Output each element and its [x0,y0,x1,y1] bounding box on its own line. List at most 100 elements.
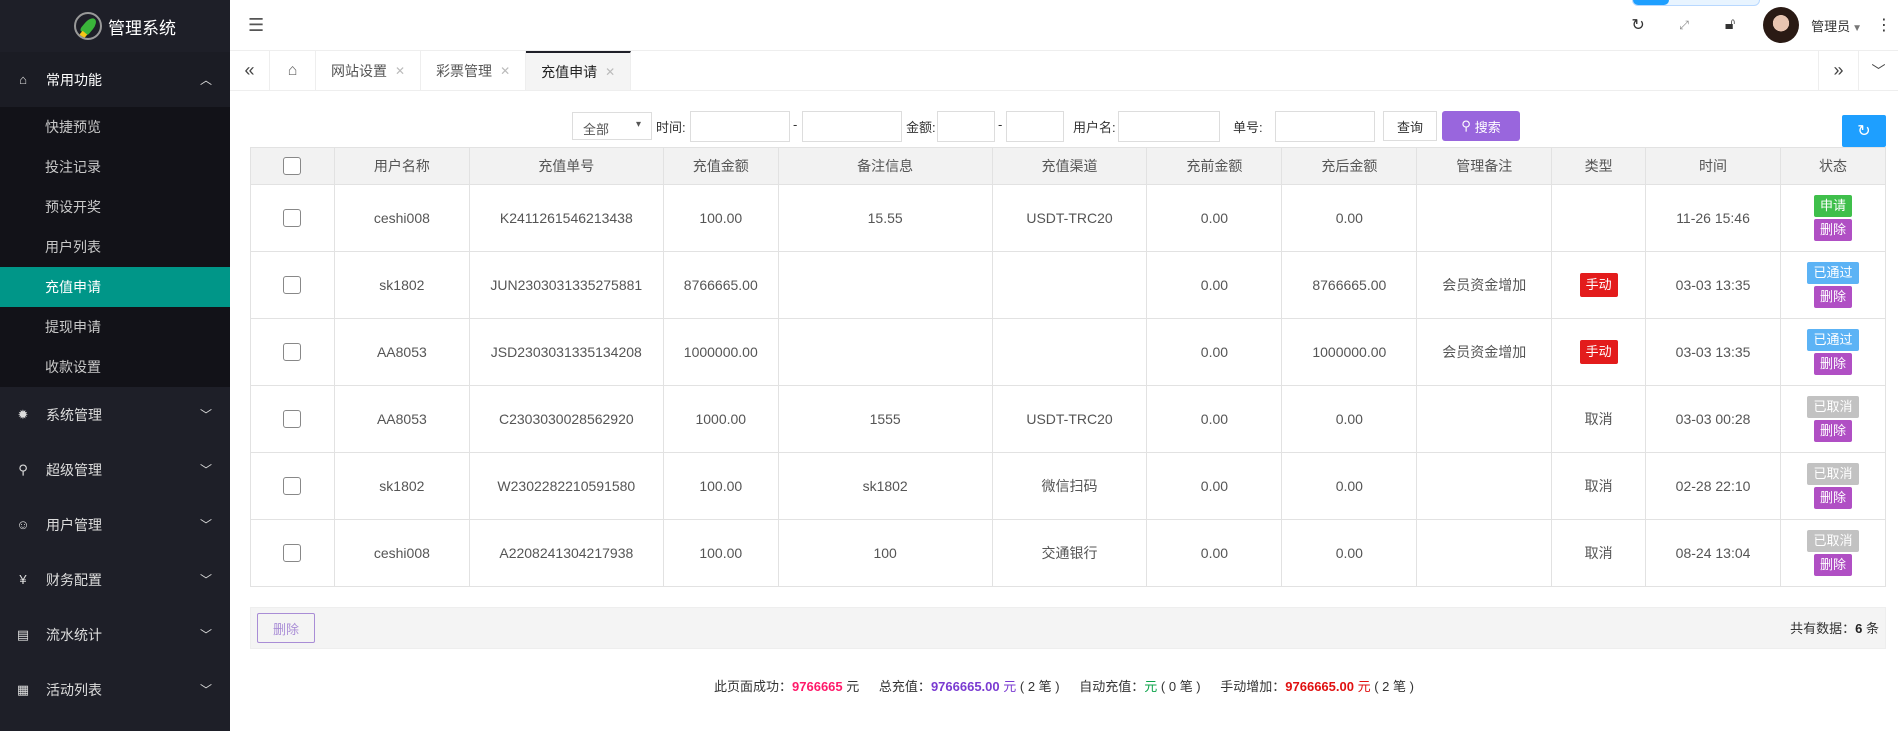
order-no-input[interactable] [1275,111,1375,142]
cell-admin-note [1416,519,1553,587]
tab-lottery-management[interactable]: 彩票管理 ✕ [421,51,527,90]
type-select[interactable]: 全部 ▾ [572,112,652,140]
cell-note: 100 [777,519,993,587]
username-label: 用户名: [1073,120,1116,135]
close-icon[interactable]: ✕ [500,64,510,78]
amount-range-dash: - [998,117,1003,132]
col-channel: 充值渠道 [991,147,1148,185]
user-menu[interactable]: 管理员 ▼ [1811,16,1862,35]
status-button[interactable]: 已取消 [1807,530,1859,552]
cell-username: ceshi008 [333,184,470,252]
table-footer: 删除 共有数据：6 条 [250,607,1886,649]
cell-time: 11-26 15:46 [1645,184,1781,252]
status-button[interactable]: 已通过 [1807,262,1859,284]
close-icon[interactable]: ✕ [605,65,615,79]
username-input[interactable] [1118,111,1220,142]
select-all-checkbox[interactable] [283,157,302,176]
cell-admin-note [1416,184,1553,252]
cell-note: 1555 [777,385,993,453]
row-checkbox[interactable] [283,343,302,362]
cell-after: 0.00 [1281,519,1418,587]
time-start-input[interactable] [690,111,790,142]
status-button[interactable]: 申请 [1813,195,1852,217]
type-text: 取消 [1584,411,1613,427]
row-checkbox[interactable] [283,209,302,228]
row-checkbox[interactable] [283,276,302,295]
top-bar: ☰ ↻ ⤢ 🔓︎ 管理员 ▼ ⋮ [230,0,1898,51]
row-delete-button[interactable]: 删除 [1813,219,1852,241]
sidebar: 管理系统 ⌂ 常用功能 ︿ 快捷预览 投注记录 预设开奖 用户列表 充值申请 提… [0,0,230,731]
sidebar-group-finance[interactable]: ¥ 财务配置 ﹀ [0,552,230,607]
users-icon: ☺ [16,517,30,532]
tab-website-settings[interactable]: 网站设置 ✕ [316,51,422,90]
row-checkbox[interactable] [283,544,302,563]
cell-type: 取消 [1551,519,1647,587]
sidebar-group-users[interactable]: ☺ 用户管理 ﹀ [0,497,230,552]
time-end-input[interactable] [802,111,902,142]
fullscreen-icon[interactable]: ⤢ [1661,18,1707,33]
sidebar-item-withdraw-requests[interactable]: 提现申请 [0,307,230,347]
lock-icon[interactable]: 🔓︎ [1707,16,1753,34]
cell-order-no: A2208241304217938 [468,519,664,587]
amount-min-input[interactable] [937,111,995,142]
sidebar-item-preset-draw[interactable]: 预设开奖 [0,187,230,227]
cell-time: 02-28 22:10 [1645,452,1781,520]
cell-username: AA8053 [333,385,470,453]
home-tab-icon[interactable]: ⌂ [270,51,316,90]
status-button[interactable]: 已取消 [1807,463,1859,485]
sidebar-group-system[interactable]: ✹ 系统管理 ﹀ [0,387,230,442]
tabs-scroll-left-icon[interactable]: « [230,51,270,90]
amount-label: 金额: [906,120,936,135]
user-icon: ⚲ [18,461,28,477]
summary-manual-add: 手动增加：9766665.00 元 ( 2 笔 ) [1220,679,1414,694]
tab-recharge-requests[interactable]: 充值申请 ✕ [526,51,632,90]
sidebar-group-common[interactable]: ⌂ 常用功能 ︿ [0,52,230,107]
submenu-common: 快捷预览 投注记录 预设开奖 用户列表 充值申请 提现申请 收款设置 [0,107,230,387]
row-checkbox[interactable] [283,477,302,496]
sidebar-item-user-list[interactable]: 用户列表 [0,227,230,267]
refresh-icon[interactable]: ↻ [1615,15,1661,35]
cell-channel: USDT-TRC20 [991,385,1148,453]
col-note: 备注信息 [777,147,993,185]
cell-channel: USDT-TRC20 [991,184,1148,252]
more-vertical-icon[interactable]: ⋮ [1870,15,1898,35]
cell-status: 已取消 删除 [1779,519,1887,587]
cell-note: sk1802 [777,452,993,520]
tabs-scroll-right-icon[interactable]: » [1818,51,1858,90]
table-header-row: 用户名称 充值单号 充值金额 备注信息 充值渠道 充前金额 充后金额 管理备注 … [250,147,1887,185]
sidebar-item-payment-settings[interactable]: 收款设置 [0,347,230,387]
row-delete-button[interactable]: 删除 [1813,353,1852,375]
col-type: 类型 [1551,147,1647,185]
row-delete-button[interactable]: 删除 [1813,286,1852,308]
tab-bar: « ⌂ 网站设置 ✕ 彩票管理 ✕ 充值申请 ✕ » ﹀ [230,51,1898,91]
amount-max-input[interactable] [1006,111,1064,142]
row-checkbox[interactable] [283,410,302,429]
sidebar-item-bet-records[interactable]: 投注记录 [0,147,230,187]
tabs-dropdown-icon[interactable]: ﹀ [1858,51,1898,90]
row-delete-button[interactable]: 删除 [1813,420,1852,442]
collapse-menu-icon[interactable]: ☰ [248,15,268,36]
sidebar-group-super[interactable]: ⚲ 超级管理 ﹀ [0,442,230,497]
filter-bar: 全部 ▾ 时间: - 金额: - 用户名: 单号: 查询 ⚲ 搜索 ↻ [230,91,1898,147]
type-text: 取消 [1584,478,1613,494]
sidebar-item-quick-preview[interactable]: 快捷预览 [0,107,230,147]
table-row: sk1802 JUN2303031335275881 8766665.00 0.… [250,251,1887,319]
sidebar-item-recharge-requests[interactable]: 充值申请 [0,267,230,307]
cell-before: 0.00 [1146,318,1283,386]
cell-type: 手动 [1551,251,1647,319]
row-delete-button[interactable]: 删除 [1813,487,1852,509]
cell-status: 已取消 删除 [1779,385,1887,453]
batch-delete-button[interactable]: 删除 [257,613,315,643]
status-button[interactable]: 已取消 [1807,396,1859,418]
cell-status: 已取消 删除 [1779,452,1887,520]
sidebar-group-flow-stats[interactable]: ▤ 流水统计 ﹀ [0,607,230,662]
refresh-table-button[interactable]: ↻ [1842,115,1886,147]
close-icon[interactable]: ✕ [395,64,405,78]
search-button[interactable]: ⚲ 搜索 [1442,111,1520,141]
cell-after: 1000000.00 [1281,318,1418,386]
row-delete-button[interactable]: 删除 [1813,554,1852,576]
query-button[interactable]: 查询 [1383,111,1437,141]
avatar[interactable] [1763,7,1800,43]
cell-status: 已通过 删除 [1779,251,1887,319]
status-button[interactable]: 已通过 [1807,329,1859,351]
